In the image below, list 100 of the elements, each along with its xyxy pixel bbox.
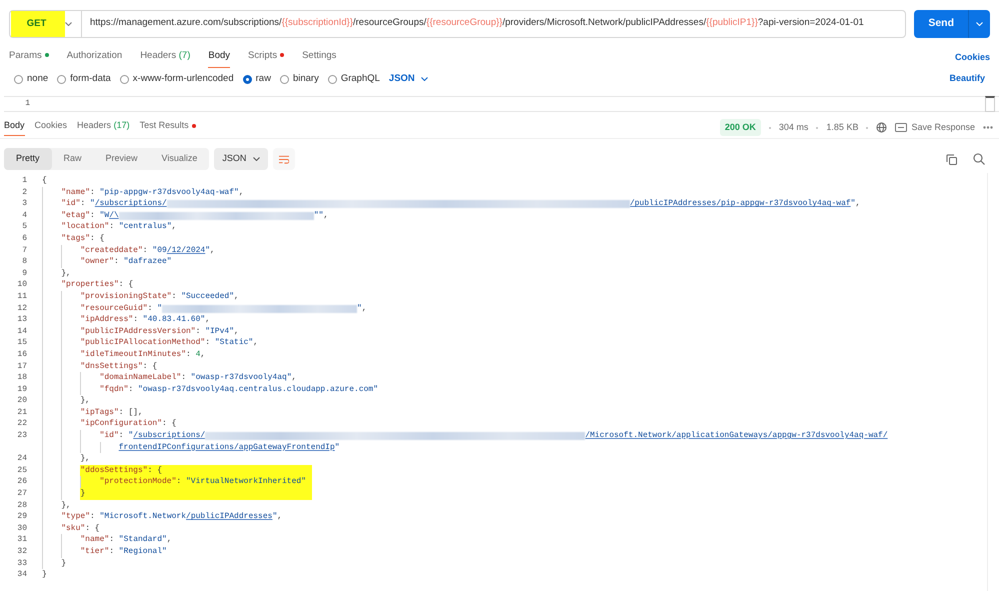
body-type-radio[interactable]: form-data — [57, 72, 111, 86]
json-link[interactable]: /publicIPAddresses — [186, 511, 272, 523]
json-value: " — [272, 511, 278, 523]
json-punctuation: }, — [61, 268, 71, 280]
line-number: 32 — [16, 546, 27, 558]
line-number: 6 — [21, 232, 27, 245]
json-punctuation: , — [855, 198, 860, 210]
url-field[interactable]: https://management.azure.com/subscriptions/{{subscriptionId}}/resourceGroups/{{resourceGroup}}/providers/Microsoft.Network/publicIPAddresses/{{publicIP1}}?api-version=2024-01-01 — [81, 10, 906, 38]
response-tab[interactable]: Headers (17) — [77, 119, 130, 136]
json-value: "owasp-r37dsvooly4aq" — [190, 372, 292, 384]
json-punctuation: : — [118, 430, 125, 442]
json-value: "40.83.41.60" — [142, 314, 206, 326]
body-type-radio[interactable]: x-www-form-urlencoded — [120, 72, 234, 86]
send-button[interactable]: Send — [914, 10, 968, 38]
scrollbar[interactable] — [985, 96, 995, 112]
view-mode-tab[interactable]: Preview — [94, 148, 150, 170]
json-punctuation: : — [186, 348, 192, 360]
search-button[interactable] — [973, 153, 985, 165]
globe-icon[interactable] — [876, 122, 888, 133]
json-key: "etag" — [61, 210, 90, 222]
method-dropdown[interactable]: GET — [9, 10, 81, 38]
caret-down-icon — [253, 157, 260, 161]
json-link[interactable]: /subscriptions/ — [94, 198, 167, 210]
json-key: "idleTimeoutInMinutes" — [80, 348, 186, 360]
json-link[interactable]: frontendIPConfigurations/appGatewayFrontendIp — [118, 442, 335, 454]
format-dropdown[interactable]: JSON — [214, 148, 268, 170]
json-punctuation: : — [142, 244, 149, 256]
json-punctuation: : — [133, 314, 139, 326]
json-key: "provisioningState" — [80, 290, 172, 303]
json-punctuation: : — [114, 256, 120, 268]
json-key: "publicIPAllocationMethod" — [80, 337, 206, 349]
json-value: " — [334, 442, 340, 454]
json-value: "Succeeded" — [181, 290, 234, 303]
cookies-link[interactable]: Cookies — [954, 50, 990, 64]
wrap-lines-button[interactable] — [273, 148, 296, 170]
json-value: "Regional" — [118, 546, 167, 558]
status-badge: 200 OK — [720, 118, 761, 136]
json-link[interactable]: /12/2024 — [166, 244, 206, 256]
line-number: 2 — [21, 186, 27, 198]
request-tab[interactable]: Headers (7) — [140, 48, 190, 68]
json-link[interactable]: /publicIPAddresses/pip-appgw-r37dsvooly4aq-waf — [630, 198, 851, 210]
json-punctuation: : — [196, 326, 202, 338]
line-number: 34 — [16, 569, 27, 581]
json-punctuation: : — [90, 511, 96, 523]
json-value: "VirtualNetworkInherited" — [186, 476, 306, 488]
body-type-radio[interactable]: GraphQL — [328, 72, 380, 86]
response-tab[interactable]: Cookies — [34, 119, 68, 136]
json-punctuation: : { — [148, 464, 162, 476]
line-number: 5 — [21, 221, 27, 233]
caret-down-icon — [65, 22, 72, 26]
json-punctuation: , — [205, 314, 210, 326]
json-punctuation: : — [181, 372, 187, 384]
line-number: 3 — [21, 198, 27, 210]
json-key: "resourceGuid" — [80, 302, 148, 314]
response-tab[interactable]: Body — [4, 119, 25, 136]
line-number: 13 — [16, 314, 27, 326]
json-link[interactable]: /\ — [109, 210, 119, 222]
json-punctuation: } — [42, 569, 47, 581]
json-punctuation: , — [234, 326, 239, 338]
line-number: 14 — [16, 326, 27, 338]
request-tab[interactable]: Scripts — [248, 48, 284, 68]
json-key: "createddate" — [80, 244, 143, 256]
request-tab[interactable]: Params — [9, 48, 49, 68]
line-number: 31 — [16, 534, 27, 546]
json-punctuation: : — [109, 546, 115, 558]
json-punctuation: }, — [80, 453, 90, 465]
view-mode-tab[interactable]: Pretty — [4, 148, 52, 170]
view-mode-tab[interactable]: Visualize — [150, 148, 210, 170]
copy-button[interactable] — [946, 154, 957, 164]
beautify-link[interactable]: Beautify — [949, 72, 985, 86]
body-type-radio[interactable]: binary — [280, 72, 319, 86]
json-key: "domainNameLabel" — [100, 372, 182, 384]
more-button[interactable] — [983, 126, 993, 129]
request-tab[interactable]: Authorization — [66, 48, 122, 68]
json-value: "dafrazee" — [124, 256, 172, 268]
line-number: 20 — [16, 395, 27, 407]
format-dropdown[interactable]: JSON — [388, 72, 428, 86]
json-link[interactable]: /subscriptions/ — [133, 430, 206, 442]
body-type-radio[interactable]: raw — [242, 72, 271, 86]
request-tab[interactable]: Body — [208, 48, 230, 68]
view-mode-tab[interactable]: Raw — [52, 148, 94, 170]
json-key: "ipAddress" — [80, 314, 134, 326]
json-punctuation: { — [42, 175, 47, 187]
line-number: 1 — [21, 175, 27, 187]
caret-down-icon — [420, 77, 428, 81]
json-key: "id" — [100, 430, 119, 442]
json-punctuation: : — [109, 221, 116, 233]
json-punctuation: , — [200, 348, 206, 360]
line-number: 1 — [24, 98, 30, 110]
send-options-button[interactable] — [968, 10, 990, 38]
json-key: "tier" — [80, 546, 110, 558]
body-type-radio[interactable]: none — [14, 72, 48, 86]
line-number: 25 — [16, 464, 27, 476]
request-tab[interactable]: Settings — [302, 48, 336, 68]
json-punctuation: : { — [85, 522, 100, 534]
save-response-button[interactable]: Save Response — [895, 120, 975, 134]
json-key: "publicIPAddressVersion" — [80, 326, 196, 338]
response-time: 304 ms — [778, 120, 808, 134]
response-tab[interactable]: Test Results — [140, 119, 196, 136]
json-link[interactable]: /Microsoft.Network/applicationGateways/appgw-r37dsvooly4aq-waf/ — [585, 430, 888, 442]
